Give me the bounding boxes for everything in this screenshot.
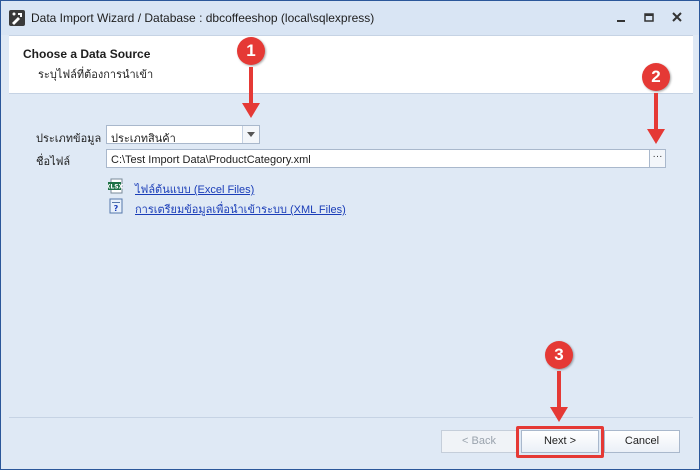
page-subtitle: ระบุไฟล์ที่ต้องการนำเข้า xyxy=(38,69,154,81)
next-button-highlight xyxy=(516,426,604,458)
import-wizard-window: Data Import Wizard / Database : dbcoffee… xyxy=(0,0,700,470)
file-path-input[interactable] xyxy=(106,149,650,168)
excel-file-icon: XLSX xyxy=(106,178,124,194)
close-icon[interactable] xyxy=(667,9,687,27)
xml-guide-link-row: ? การเตรียมข้อมูลเพื่อนำเข้าระบบ (XML Fi… xyxy=(108,198,368,216)
step-3-arrow xyxy=(550,371,568,422)
maximize-icon[interactable] xyxy=(639,9,659,27)
page-title: Choose a Data Source xyxy=(23,47,151,61)
chevron-down-icon[interactable] xyxy=(242,126,259,143)
step-2-arrow xyxy=(647,93,665,144)
window-title: Data Import Wizard / Database : dbcoffee… xyxy=(31,11,375,25)
data-type-label: ประเภทข้อมูล xyxy=(36,133,102,145)
file-name-label: ชื่อไฟล์ xyxy=(36,156,71,168)
title-bar: Data Import Wizard / Database : dbcoffee… xyxy=(1,1,699,35)
xml-guide-link[interactable]: การเตรียมข้อมูลเพื่อนำเข้าระบบ (XML File… xyxy=(135,200,346,218)
browse-button[interactable]: ··· xyxy=(649,149,666,168)
minimize-icon[interactable] xyxy=(611,9,631,27)
help-document-icon: ? xyxy=(108,198,124,214)
wizard-tool-icon xyxy=(9,10,25,26)
step-1-badge: 1 xyxy=(237,37,265,65)
excel-template-link[interactable]: ไฟล์ต้นแบบ (Excel Files) xyxy=(135,180,254,198)
wizard-content: ประเภทข้อมูล ประเภทสินค้า ชื่อไฟล์ ··· X… xyxy=(9,93,693,417)
step-2-badge: 2 xyxy=(642,63,670,91)
wizard-footer: < Back Next > Cancel xyxy=(9,417,693,469)
cancel-button[interactable]: Cancel xyxy=(604,430,680,453)
wizard-header: Choose a Data Source ระบุไฟล์ที่ต้องการน… xyxy=(9,35,693,93)
step-1-arrow xyxy=(242,67,260,118)
step-3-badge: 3 xyxy=(545,341,573,369)
data-type-value: ประเภทสินค้า xyxy=(111,133,176,145)
data-type-dropdown[interactable]: ประเภทสินค้า xyxy=(106,125,260,145)
svg-text:?: ? xyxy=(114,204,119,213)
excel-template-link-row: XLSX ไฟล์ต้นแบบ (Excel Files) xyxy=(106,178,308,196)
svg-text:XLSX: XLSX xyxy=(108,184,124,191)
back-button[interactable]: < Back xyxy=(441,430,517,453)
